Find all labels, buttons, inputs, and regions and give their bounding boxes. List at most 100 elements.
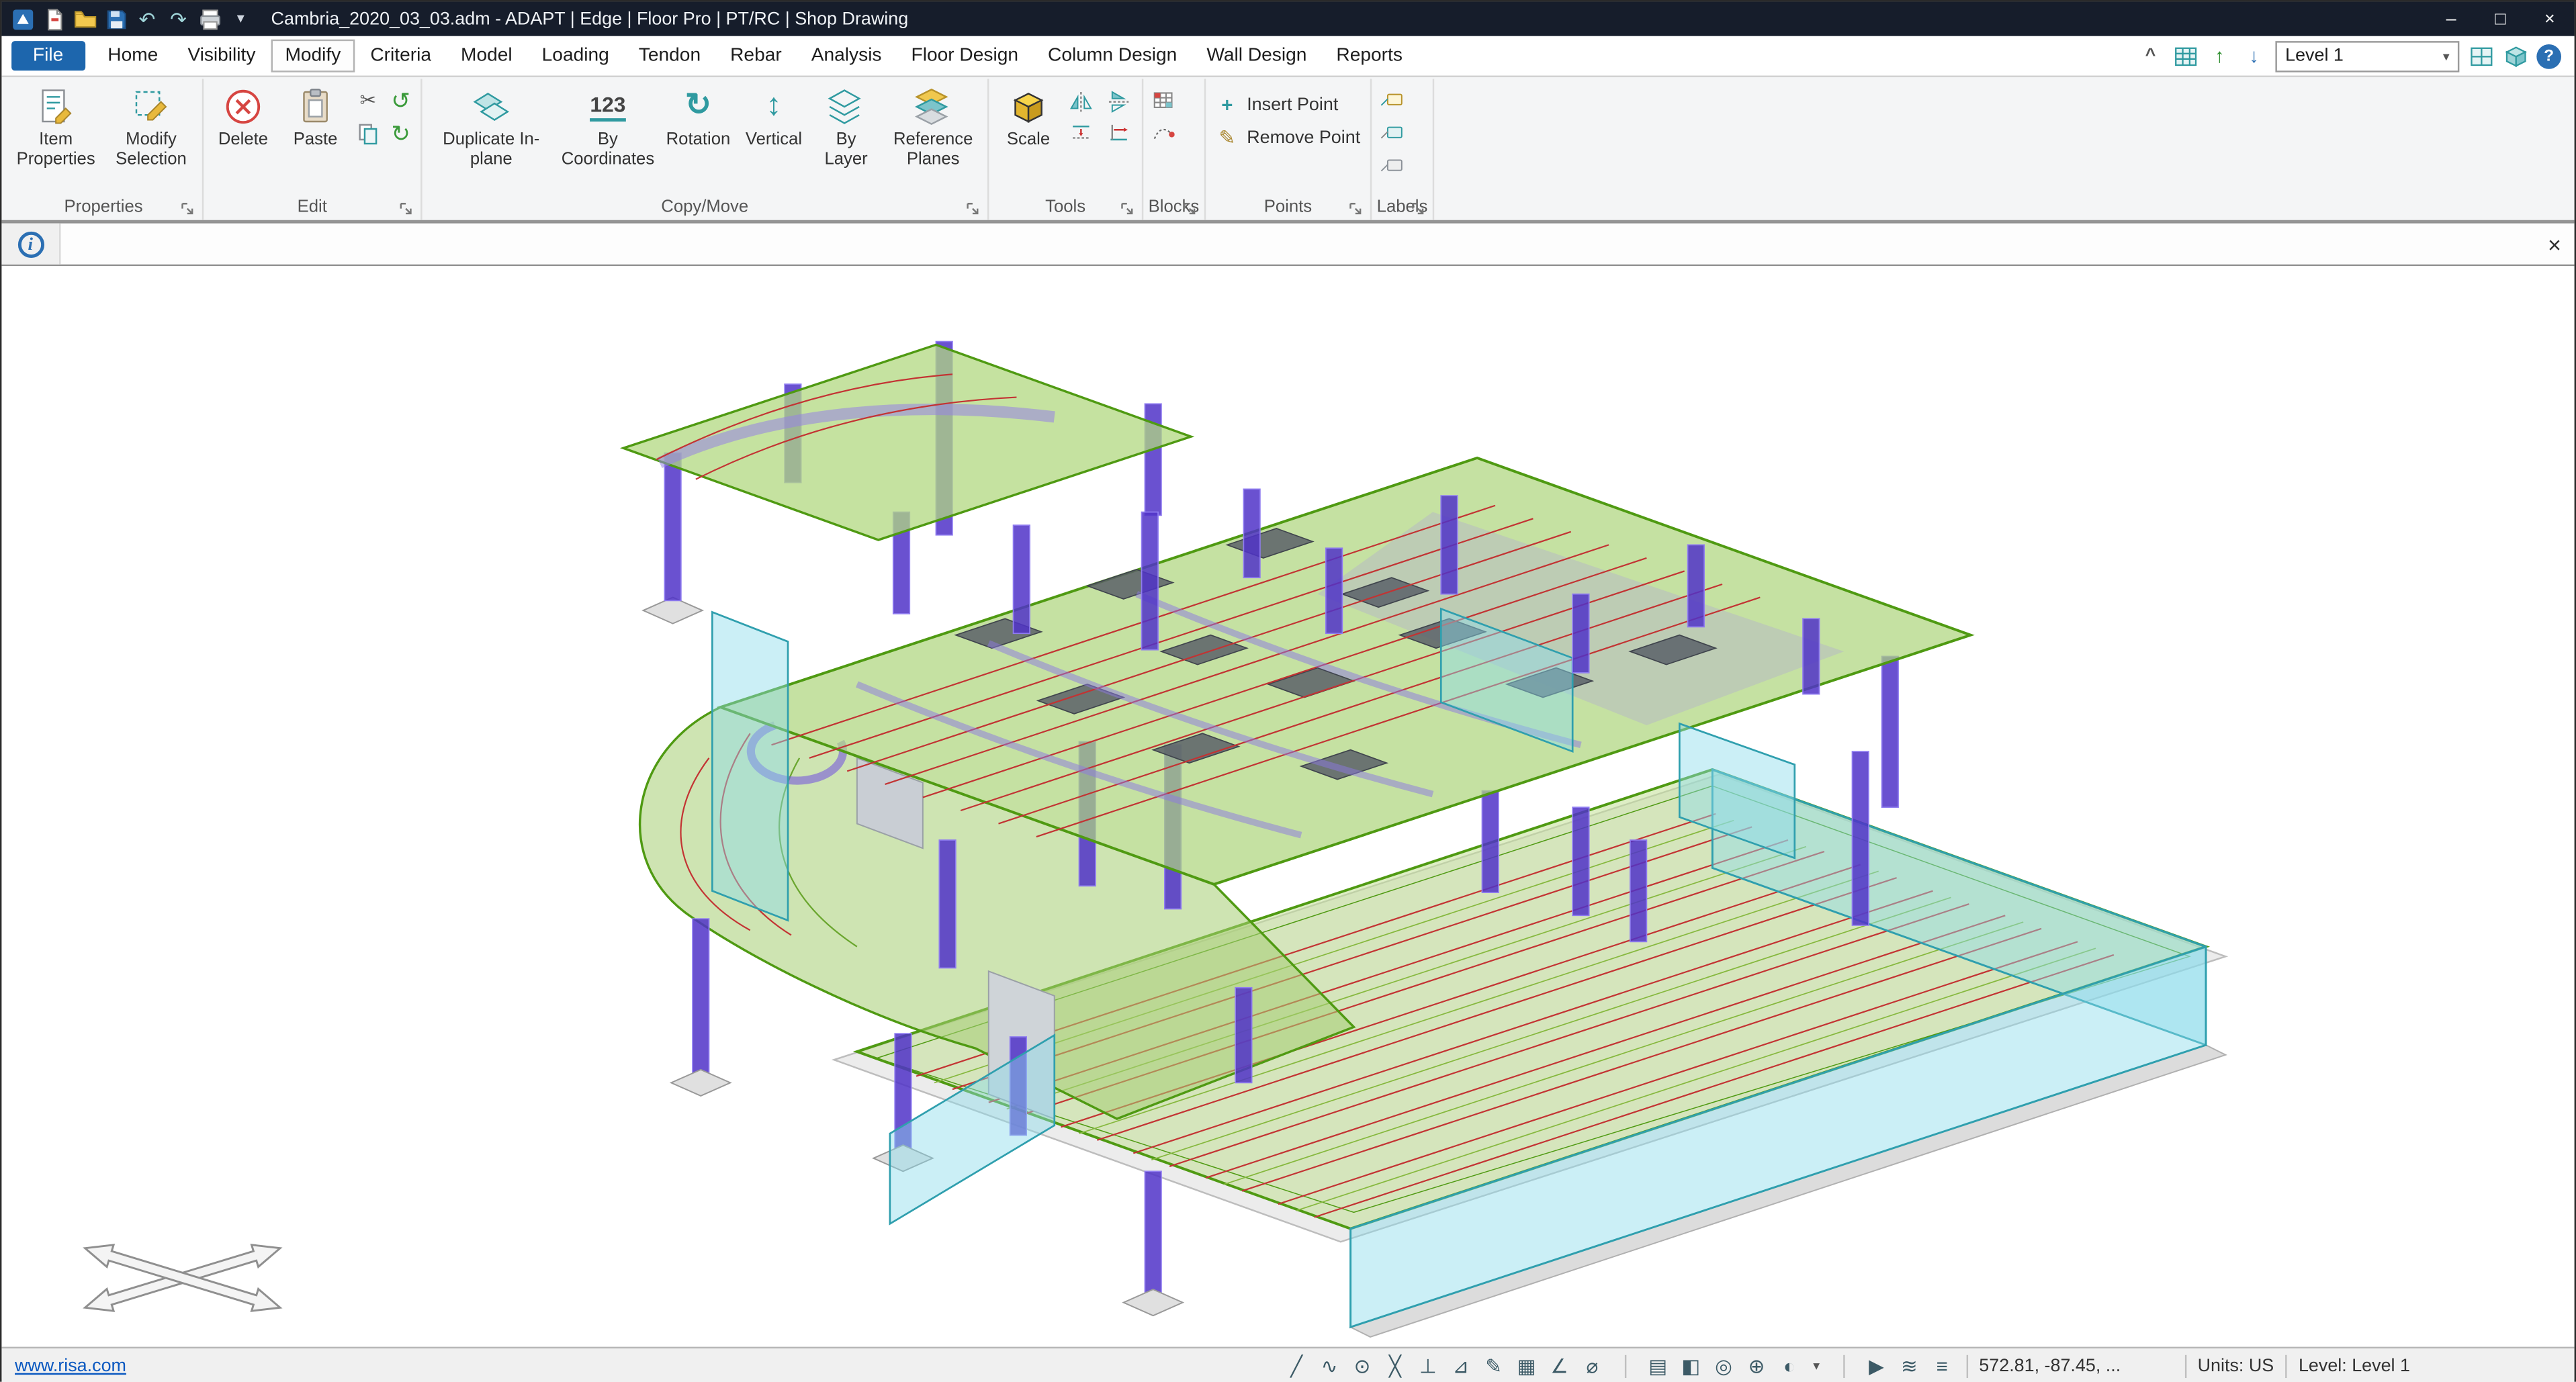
tab-loading[interactable]: Loading [527,40,624,73]
reference-planes-button[interactable]: Reference Planes [884,81,983,173]
tab-file[interactable]: File [11,41,85,71]
tab-visibility[interactable]: Visibility [173,40,270,73]
tab-floor-design[interactable]: Floor Design [897,40,1033,73]
paste-button[interactable]: Paste [281,81,350,154]
info-bar-close-icon[interactable]: × [2534,231,2574,257]
vertical-button[interactable]: ↕ Vertical [740,81,809,154]
offset-icon[interactable] [1066,120,1096,146]
level-indicator: Level: Level 1 [2299,1356,2410,1375]
insert-point-label: Insert Point [1247,95,1338,115]
item-properties-button[interactable]: Item Properties [10,81,102,173]
scale-icon [1006,84,1051,130]
statusbar-separator [1966,1354,1967,1377]
measure-tool-icon[interactable]: ⌀ [1580,1354,1605,1377]
rotation-button[interactable]: ↻ Rotation [660,81,736,154]
label-tag-icon-3[interactable] [1377,152,1407,179]
edit-dialog-launcher-icon[interactable] [399,202,414,217]
sketch-tool-icon[interactable]: ✎ [1481,1354,1506,1377]
app-icon[interactable] [10,7,35,32]
list-tool-icon[interactable]: ≡ [1930,1354,1955,1377]
minimize-button[interactable]: – [2426,1,2475,36]
tab-criteria[interactable]: Criteria [355,40,446,73]
properties-dialog-launcher-icon[interactable] [181,202,195,217]
spline-tool-icon[interactable]: ∿ [1317,1354,1342,1377]
maximize-button[interactable]: □ [2476,1,2525,36]
scale-button[interactable]: Scale [994,81,1063,154]
plan-grid-icon[interactable] [2172,43,2198,69]
label-tag-icon-2[interactable] [1377,120,1407,146]
open-folder-icon[interactable] [73,7,97,32]
block-table-icon[interactable] [1149,87,1178,113]
units-indicator: Units: US [2198,1356,2274,1375]
duplicate-in-plane-button[interactable]: Duplicate In-plane [427,81,556,173]
undo-icon[interactable]: ↶ [135,7,160,32]
snap-perpendicular-icon[interactable]: ⊥ [1415,1354,1440,1377]
tab-rebar[interactable]: Rebar [715,40,797,73]
tab-reports[interactable]: Reports [1321,40,1417,73]
model-3d-view[interactable] [1,266,2574,1346]
snap-nearest-icon[interactable]: ⊿ [1448,1354,1473,1377]
zoom-extents-icon[interactable]: ⊕ [1744,1354,1769,1377]
window-controls: – □ × [2426,1,2574,36]
by-coordinates-button[interactable]: 123 By Coordinates [559,81,658,173]
tab-wall-design[interactable]: Wall Design [1192,40,1321,73]
angle-tool-icon[interactable]: ∠ [1547,1354,1572,1377]
insert-point-icon: + [1216,93,1239,116]
delete-button[interactable]: Delete [209,81,278,154]
tab-home[interactable]: Home [93,40,173,73]
level-up-icon[interactable]: ↑ [2207,43,2233,69]
tab-modify[interactable]: Modify [270,40,355,73]
save-icon[interactable] [103,7,128,32]
snap-intersection-icon[interactable]: ╳ [1382,1354,1407,1377]
qat-dropdown-icon[interactable]: ▾ [228,7,253,32]
redo-icon[interactable]: ↷ [166,7,191,32]
copy-move-dialog-launcher-icon[interactable] [966,202,981,217]
tab-column-design[interactable]: Column Design [1033,40,1192,73]
block-path-icon[interactable] [1149,120,1178,146]
extend-icon[interactable] [1104,120,1134,146]
by-layer-icon [823,84,869,130]
line-tool-icon[interactable]: ╱ [1284,1354,1309,1377]
grid-toggle-icon[interactable]: ▦ [1514,1354,1539,1377]
undo-small-icon[interactable]: ↺ [386,87,416,113]
zoom-dropdown-caret-icon[interactable]: ▾ [1810,1358,1823,1373]
blocks-dialog-launcher-icon[interactable] [1183,202,1198,217]
level-selector[interactable]: Level 1 ▾ [2275,40,2459,71]
level-down-icon[interactable]: ↓ [2241,43,2267,69]
snap-center-icon[interactable]: ⊙ [1350,1354,1375,1377]
close-button[interactable]: × [2525,1,2574,36]
shaded-view-icon[interactable]: ◧ [1679,1354,1703,1377]
hatch-tool-icon[interactable]: ≋ [1897,1354,1922,1377]
ribbon-group-edit: Delete Paste ✂ ↺ ↻ Edit [204,79,422,220]
mirror-horizontal-icon[interactable] [1104,89,1134,115]
tab-analysis[interactable]: Analysis [797,40,897,73]
tab-model[interactable]: Model [446,40,527,73]
orbit-view-icon[interactable]: ◎ [1712,1354,1736,1377]
label-tag-icon-1[interactable] [1377,87,1407,113]
view-grid-3d-icon[interactable] [2502,43,2528,69]
mirror-vertical-icon[interactable] [1066,89,1096,115]
risa-website-link[interactable]: www.risa.com [1,1356,139,1375]
print-icon[interactable] [197,7,222,32]
tools-dialog-launcher-icon[interactable] [1120,202,1135,217]
modify-selection-button[interactable]: Modify Selection [105,81,197,173]
by-layer-button[interactable]: By Layer [811,81,881,173]
remove-point-button[interactable]: ✎ Remove Point [1210,126,1365,149]
statusbar-separator [1842,1354,1844,1377]
help-icon[interactable]: ? [2536,44,2561,68]
redo-small-icon[interactable]: ↻ [386,120,416,146]
statusbar-separator [2285,1354,2286,1377]
cut-icon[interactable]: ✂ [353,87,383,113]
new-file-icon[interactable] [41,7,66,32]
select-tool-icon[interactable]: ▶ [1864,1354,1889,1377]
copy-icon[interactable] [353,120,383,146]
model-viewport[interactable] [1,266,2574,1346]
layers-view-icon[interactable]: ▤ [1646,1354,1671,1377]
tab-tendon[interactable]: Tendon [624,40,715,73]
collapse-ribbon-icon[interactable]: ^ [2137,43,2164,69]
view-grid-icon[interactable] [2468,43,2494,69]
labels-dialog-launcher-icon[interactable] [1411,202,1426,217]
render-view-icon[interactable]: ◐ [1777,1354,1802,1377]
points-dialog-launcher-icon[interactable] [1349,202,1364,217]
insert-point-button[interactable]: + Insert Point [1210,93,1365,116]
